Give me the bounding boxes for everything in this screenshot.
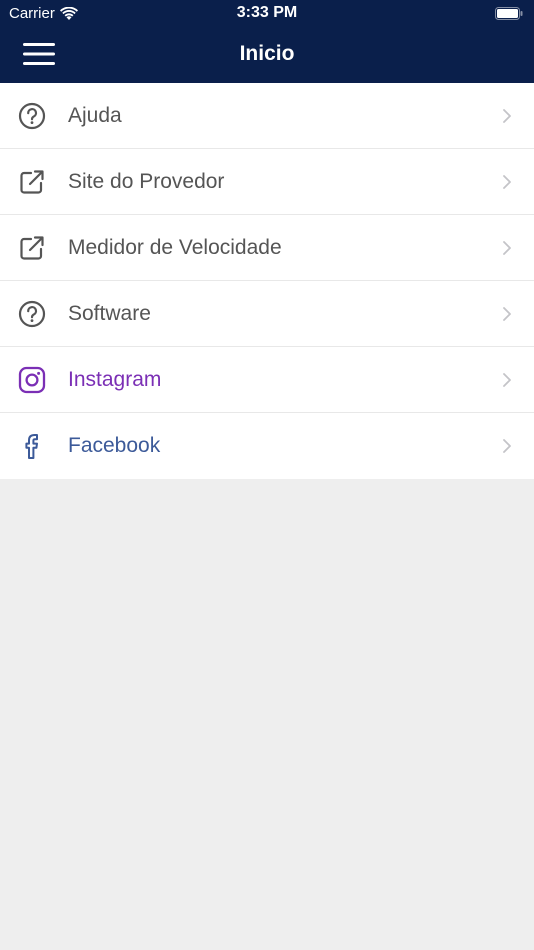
- menu-item-label: Software: [68, 301, 151, 325]
- page-title: Inicio: [239, 42, 295, 65]
- header: Carrier 3:33 PM Inicio: [0, 0, 534, 83]
- menu-item-label: Ajuda: [68, 103, 122, 127]
- help-circle-icon: [18, 300, 46, 328]
- chevron-right-icon: [502, 108, 512, 124]
- menu-item-facebook[interactable]: Facebook: [0, 413, 534, 479]
- instagram-icon: [18, 366, 46, 394]
- external-link-icon: [18, 168, 46, 196]
- status-time: 3:33 PM: [236, 4, 298, 21]
- menu-item-label: Instagram: [68, 367, 162, 391]
- navbar: Inicio: [0, 28, 534, 83]
- menu-item-label: Medidor de Velocidade: [68, 235, 282, 259]
- battery-icon: [495, 7, 523, 20]
- menu-item-ajuda[interactable]: Ajuda: [0, 83, 534, 149]
- menu-item-software[interactable]: Software: [0, 281, 534, 347]
- chevron-right-icon: [502, 174, 512, 190]
- menu-item-label: Site do Provedor: [68, 169, 225, 193]
- menu-item-site-do-provedor[interactable]: Site do Provedor: [0, 149, 534, 215]
- status-bar: Carrier 3:33 PM: [0, 0, 534, 28]
- chevron-right-icon: [502, 372, 512, 388]
- chevron-right-icon: [502, 306, 512, 322]
- menu-item-instagram[interactable]: Instagram: [0, 347, 534, 413]
- menu-list: Ajuda Site do Provedor Medidor de Veloci…: [0, 83, 534, 479]
- facebook-icon: [18, 432, 46, 460]
- chevron-right-icon: [502, 240, 512, 256]
- menu-item-medidor-de-velocidade[interactable]: Medidor de Velocidade: [0, 215, 534, 281]
- chevron-right-icon: [502, 438, 512, 454]
- external-link-icon: [18, 234, 46, 262]
- menu-item-label: Facebook: [68, 434, 161, 457]
- help-circle-icon: [18, 102, 46, 130]
